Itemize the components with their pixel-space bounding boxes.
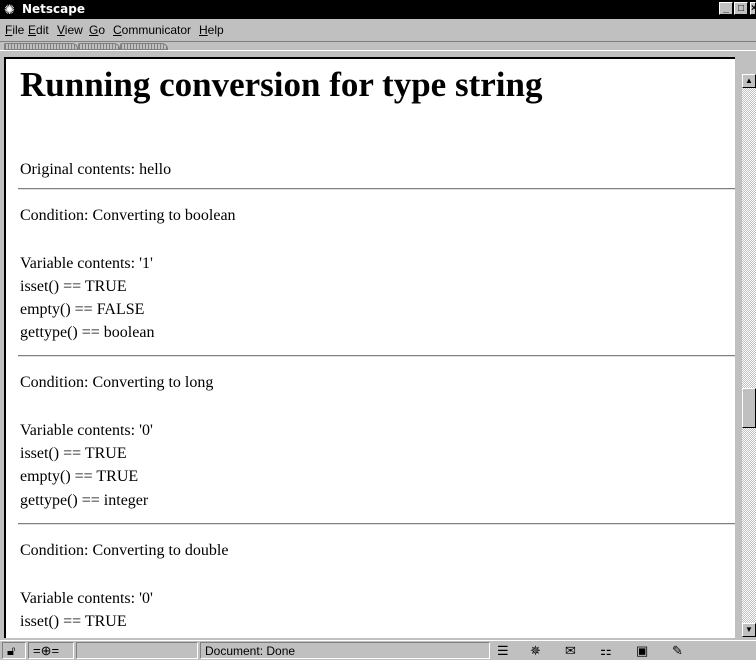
condition-double: Condition: Converting to double (20, 542, 229, 559)
progress-indicator (76, 642, 198, 659)
title-bar: ✺ Netscape _ □ × (0, 0, 756, 19)
variable-contents: Variable contents: '0' (20, 422, 153, 439)
window-title: Netscape (22, 2, 85, 16)
collapsed-toolbars (0, 41, 756, 51)
empty-result: empty() == TRUE (20, 468, 139, 485)
status-message: Document: Done (200, 642, 490, 659)
variable-contents: Variable contents: '0' (20, 590, 153, 607)
menu-bar: File Edit View Go Communicator Help (0, 19, 756, 57)
divider (18, 355, 735, 357)
isset-result: isset() == TRUE (20, 445, 127, 462)
gettype-result: gettype() == integer (20, 492, 149, 509)
connection-indicator: =⊕= (28, 642, 74, 659)
minimize-button[interactable]: _ (719, 2, 733, 15)
divider (18, 523, 735, 525)
personal-toolbar-tab[interactable] (120, 43, 168, 50)
page-heading: Running conversion for type string (20, 65, 543, 104)
menu-view[interactable]: View (57, 23, 83, 37)
navigator-icon[interactable]: ✵ (530, 643, 541, 658)
menu-communicator[interactable]: Communicator (113, 23, 191, 37)
mail-icon[interactable]: ✉ (565, 643, 576, 658)
isset-result: isset() == TRUE (20, 278, 127, 295)
connection-icon: =⊕= (33, 643, 60, 658)
discussions-icon[interactable]: ⚏ (600, 643, 612, 658)
scrollbar-thumb[interactable] (742, 388, 756, 428)
composer-icon[interactable]: ▣ (636, 643, 648, 658)
menu-edit[interactable]: Edit (28, 23, 49, 37)
edit-icon[interactable]: ✎ (672, 643, 683, 658)
location-toolbar-tab[interactable] (78, 43, 120, 50)
security-indicator[interactable]: 🔓︎ (2, 642, 26, 659)
original-contents: Original contents: hello (20, 161, 172, 178)
condition-boolean: Condition: Converting to boolean (20, 207, 236, 224)
isset-result: isset() == TRUE (20, 613, 127, 630)
menu-go[interactable]: Go (89, 23, 105, 37)
variable-contents: Variable contents: '1' (20, 255, 153, 272)
maximize-button[interactable]: □ (734, 2, 748, 15)
menu-file[interactable]: File (5, 23, 24, 37)
empty-result: empty() == FALSE (20, 301, 145, 318)
close-button[interactable]: × (750, 2, 756, 15)
status-bar: 🔓︎ =⊕= Document: Done ☰ ✵ ✉ ⚏ ▣ ✎ (0, 640, 756, 660)
scroll-down-arrow-icon[interactable]: ▼ (742, 623, 756, 637)
security-lock-icon: 🔓︎ (7, 643, 16, 658)
netscape-icon: ✺ (4, 2, 15, 17)
scroll-up-arrow-icon[interactable]: ▲ (742, 74, 756, 88)
vertical-scrollbar[interactable]: ▲ ▼ (742, 74, 756, 637)
divider (18, 188, 735, 190)
menu-help[interactable]: Help (199, 23, 224, 37)
condition-long: Condition: Converting to long (20, 374, 214, 391)
component-bar-icon[interactable]: ☰ (497, 643, 509, 658)
navigation-toolbar-tab[interactable] (4, 43, 78, 50)
page-content: Running conversion for type string Origi… (4, 57, 735, 638)
gettype-result: gettype() == boolean (20, 324, 155, 341)
